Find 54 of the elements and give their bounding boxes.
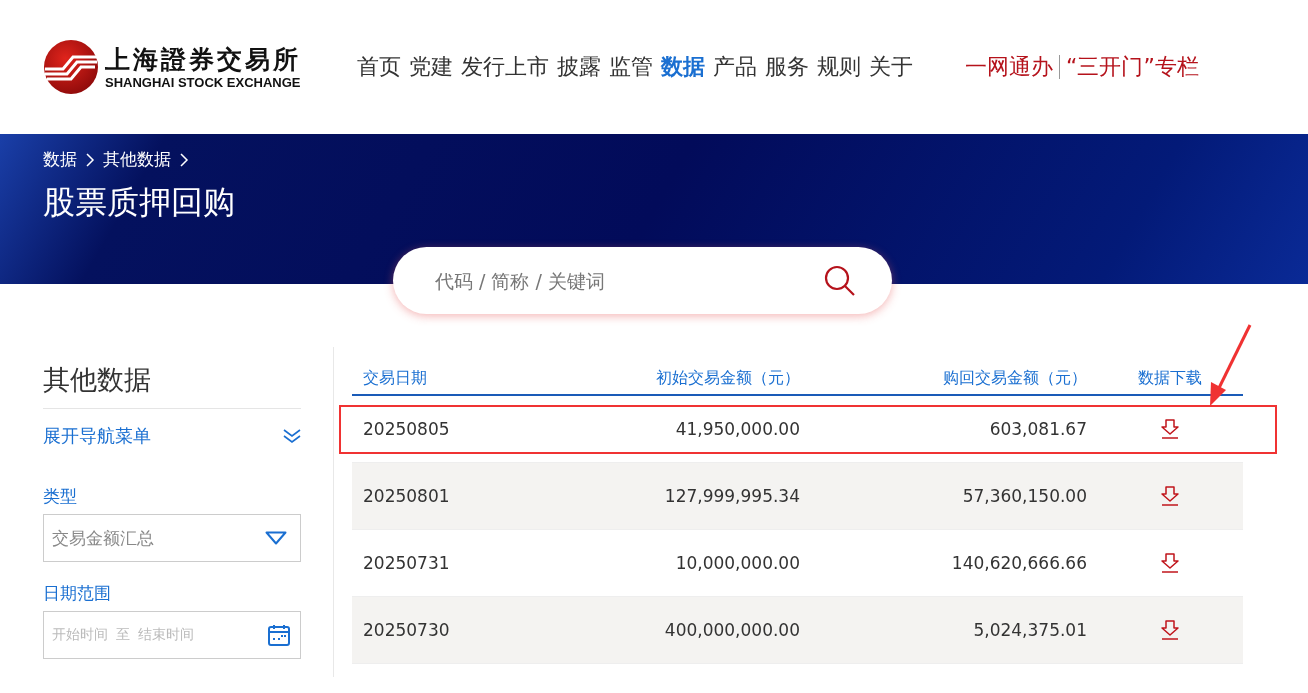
column-header: 交易日期 [362,367,428,389]
sidebar-title: 其他数据 [43,362,301,409]
breadcrumb-link[interactable]: 其他数据 [103,148,171,171]
table-cell-text: 140,620,666.66 [950,553,1088,573]
type-dropdown[interactable]: 交易金额汇总 [43,514,301,562]
nav-link[interactable]: 关于 [869,52,913,82]
nav-link[interactable]: 数据 [661,52,705,82]
nav-link[interactable]: 披露 [557,52,601,82]
column-header: 数据下载 [1137,367,1203,389]
date-separator: 至 [116,626,130,644]
download-icon[interactable] [1160,486,1180,506]
nav-link[interactable]: 监管 [609,52,653,82]
table-cell-text: 5,024,375.01 [972,620,1088,640]
dropdown-triangle-icon [265,531,287,545]
search-input[interactable]: 代码 / 简称 / 关键词 [433,268,824,293]
chevron-right-icon [85,151,95,168]
download-icon[interactable] [1160,553,1180,573]
double-chevron-down-icon[interactable] [283,428,301,444]
quick-link[interactable]: “三开门”专栏 [1066,52,1199,82]
nav-link[interactable]: 规则 [817,52,861,82]
breadcrumb-link[interactable]: 数据 [43,148,77,171]
table-cell-text: 20250731 [362,553,451,573]
nav-link[interactable]: 产品 [713,52,757,82]
end-date-placeholder: 结束时间 [138,626,194,644]
search-icon[interactable] [824,264,856,297]
table-cell-text: 20250730 [362,620,451,640]
table-cell-text: 20250801 [362,486,451,506]
nav-link[interactable]: 发行上市 [461,52,549,82]
table-cell-text: 20250805 [362,419,451,439]
logo-chinese-name: 上海證券交易所 [105,44,301,75]
logo-english-name: SHANGHAI STOCK EXCHANGE [105,74,301,90]
search-field[interactable]: 代码 / 简称 / 关键词 [393,247,892,314]
page-title: 股票质押回购 [43,182,236,223]
date-range-label: 日期范围 [43,582,112,605]
nav-link[interactable]: 党建 [409,52,453,82]
start-date-placeholder: 开始时间 [52,626,108,644]
calendar-icon[interactable] [267,623,291,647]
table-cell-text: 127,999,995.34 [663,486,801,506]
chevron-right-icon [179,151,189,168]
exchange-logo-icon [43,39,99,95]
nav-link[interactable]: 服务 [765,52,809,82]
table-cell-text: 57,360,150.00 [961,486,1088,506]
table-cell-text: 10,000,000.00 [674,553,801,573]
download-icon[interactable] [1160,620,1180,640]
quick-link[interactable]: 一网通办 [965,52,1053,82]
expand-menu-link[interactable]: 展开导航菜单 [43,424,151,448]
type-label: 类型 [43,485,78,508]
nav-link[interactable]: 首页 [357,52,401,82]
table-cell-text: 400,000,000.00 [663,620,801,640]
column-header: 购回交易金额（元） [942,367,1088,389]
download-icon[interactable] [1160,419,1180,439]
table-cell-text: 41,950,000.00 [674,419,801,439]
column-header: 初始交易金额（元） [655,367,801,389]
table-cell-text: 603,081.67 [988,419,1088,439]
